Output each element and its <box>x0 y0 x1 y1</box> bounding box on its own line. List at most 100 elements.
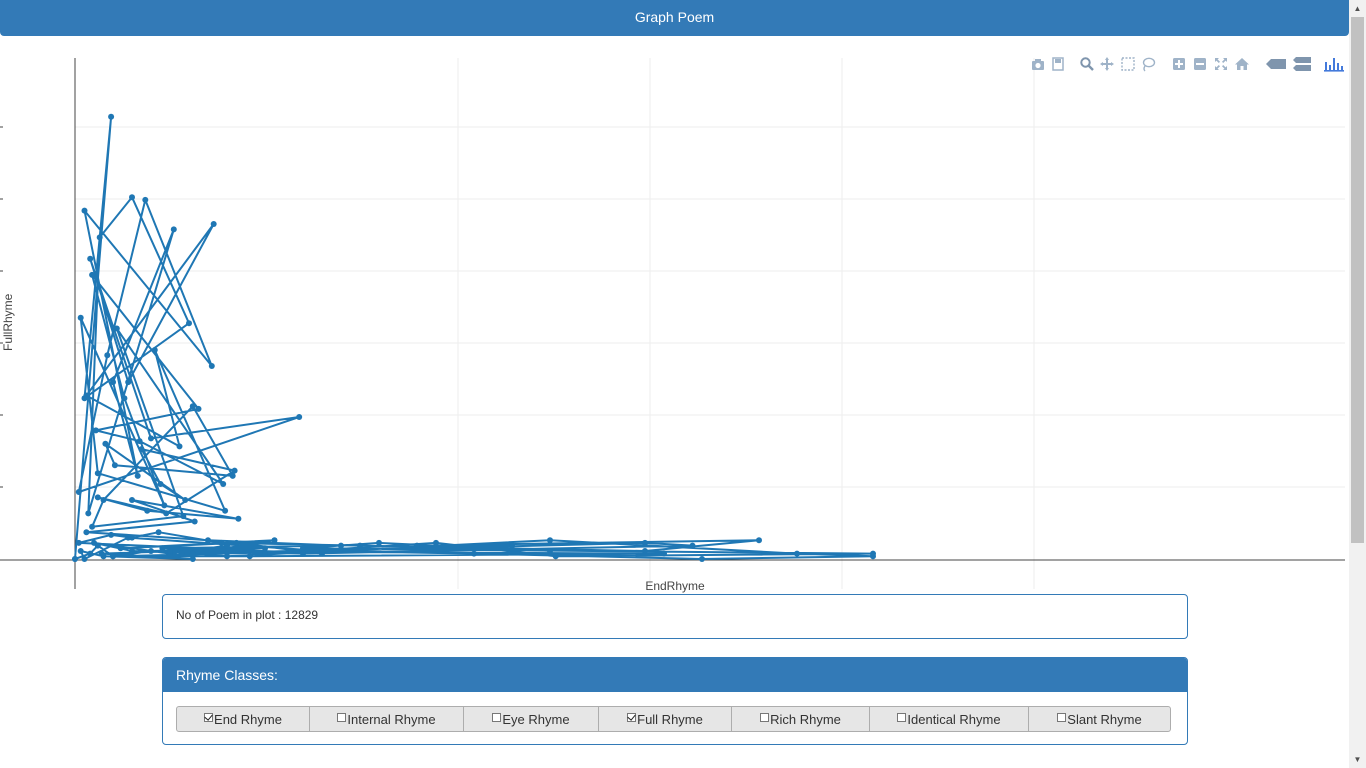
data-point[interactable] <box>262 545 268 552</box>
zoom-icon[interactable] <box>1079 56 1095 74</box>
data-point[interactable] <box>182 497 189 503</box>
full-rhyme-toggle[interactable]: Full Rhyme <box>598 706 732 732</box>
data-point[interactable] <box>205 537 211 544</box>
full-rhyme-checkbox[interactable] <box>627 712 637 722</box>
data-point[interactable] <box>85 510 92 517</box>
end-rhyme-toggle[interactable]: End Rhyme <box>176 706 310 732</box>
data-point[interactable] <box>98 550 105 557</box>
scroll-down-arrow-icon[interactable]: ▼ <box>1349 751 1366 768</box>
data-point[interactable] <box>157 481 164 487</box>
data-point[interactable] <box>271 537 278 544</box>
data-point[interactable] <box>414 542 420 549</box>
line-chart[interactable] <box>0 36 1349 596</box>
rich-rhyme-toggle[interactable]: Rich Rhyme <box>731 706 870 732</box>
data-point[interactable] <box>220 481 227 487</box>
data-point[interactable] <box>89 271 96 278</box>
end-rhyme-checkbox[interactable] <box>204 712 214 722</box>
data-point[interactable] <box>83 529 90 536</box>
data-point[interactable] <box>110 553 116 560</box>
scrollbar-thumb[interactable] <box>1351 17 1364 543</box>
data-point[interactable] <box>72 556 78 562</box>
data-point[interactable] <box>208 363 215 369</box>
data-point[interactable] <box>224 542 230 549</box>
data-point[interactable] <box>155 529 162 536</box>
camera-icon[interactable] <box>1030 56 1046 74</box>
data-point[interactable] <box>134 472 141 479</box>
data-point[interactable] <box>870 553 876 560</box>
data-point[interactable] <box>129 497 135 503</box>
data-point[interactable] <box>689 542 696 549</box>
data-point[interactable] <box>661 550 667 557</box>
plotly-logo-icon[interactable] <box>1323 56 1345 74</box>
data-point[interactable] <box>108 113 115 120</box>
data-point[interactable] <box>699 556 705 562</box>
data-point[interactable] <box>224 553 230 560</box>
data-point[interactable] <box>547 548 553 554</box>
data-point[interactable] <box>125 379 132 386</box>
data-point[interactable] <box>87 550 94 557</box>
slant-rhyme-toggle[interactable]: Slant Rhyme <box>1028 706 1171 732</box>
data-point[interactable] <box>433 539 439 546</box>
data-point[interactable] <box>176 443 183 450</box>
data-point[interactable] <box>218 539 225 546</box>
data-point[interactable] <box>94 470 101 477</box>
data-point[interactable] <box>75 539 82 546</box>
data-point[interactable] <box>163 510 170 517</box>
data-point[interactable] <box>180 513 187 520</box>
data-point[interactable] <box>170 226 177 233</box>
data-point[interactable] <box>144 507 151 514</box>
data-point[interactable] <box>471 550 477 557</box>
data-point[interactable] <box>189 556 196 562</box>
graph-plot[interactable]: FullRhyme EndRhyme <box>0 36 1349 596</box>
identical-rhyme-checkbox[interactable] <box>897 712 907 722</box>
data-point[interactable] <box>111 462 118 469</box>
data-point[interactable] <box>121 395 128 402</box>
eye-rhyme-checkbox[interactable] <box>492 712 502 722</box>
data-point[interactable] <box>794 550 800 557</box>
data-point[interactable] <box>210 221 217 227</box>
data-point[interactable] <box>642 548 648 554</box>
data-point[interactable] <box>178 550 185 557</box>
data-point[interactable] <box>100 497 107 503</box>
save-icon[interactable] <box>1050 56 1066 74</box>
data-point[interactable] <box>81 207 88 214</box>
scroll-up-arrow-icon[interactable]: ▲ <box>1349 0 1366 17</box>
data-point[interactable] <box>296 414 303 420</box>
data-point[interactable] <box>108 531 115 538</box>
data-point[interactable] <box>642 539 648 546</box>
data-point[interactable] <box>222 507 229 514</box>
data-point[interactable] <box>125 534 132 541</box>
data-point[interactable] <box>357 542 363 549</box>
data-point[interactable] <box>81 556 88 562</box>
box-select-icon[interactable] <box>1120 56 1136 74</box>
data-point[interactable] <box>338 542 344 549</box>
data-point[interactable] <box>148 435 154 442</box>
lasso-icon[interactable] <box>1140 56 1156 74</box>
data-point[interactable] <box>151 347 158 353</box>
data-point[interactable] <box>136 438 143 445</box>
data-point[interactable] <box>189 550 196 557</box>
internal-rhyme-checkbox[interactable] <box>337 712 347 722</box>
data-point[interactable] <box>161 502 168 509</box>
data-point[interactable] <box>552 553 559 560</box>
data-point[interactable] <box>376 539 382 546</box>
zoom-in-icon[interactable] <box>1171 56 1187 74</box>
data-point[interactable] <box>300 545 306 552</box>
data-point[interactable] <box>94 542 101 549</box>
data-point[interactable] <box>186 320 192 327</box>
rich-rhyme-checkbox[interactable] <box>760 712 770 722</box>
data-point[interactable] <box>235 515 242 522</box>
data-point[interactable] <box>94 494 101 501</box>
data-point[interactable] <box>113 325 120 332</box>
reset-axes-icon[interactable] <box>1234 56 1250 74</box>
autoscale-icon[interactable] <box>1213 56 1229 74</box>
internal-rhyme-toggle[interactable]: Internal Rhyme <box>309 706 464 732</box>
data-point[interactable] <box>233 539 240 546</box>
data-point[interactable] <box>83 392 90 399</box>
compare-hover-icon[interactable] <box>1292 56 1312 74</box>
data-point[interactable] <box>104 352 111 359</box>
data-point[interactable] <box>229 472 236 479</box>
data-point[interactable] <box>231 467 238 474</box>
data-point[interactable] <box>96 234 103 241</box>
data-point[interactable] <box>148 548 154 554</box>
